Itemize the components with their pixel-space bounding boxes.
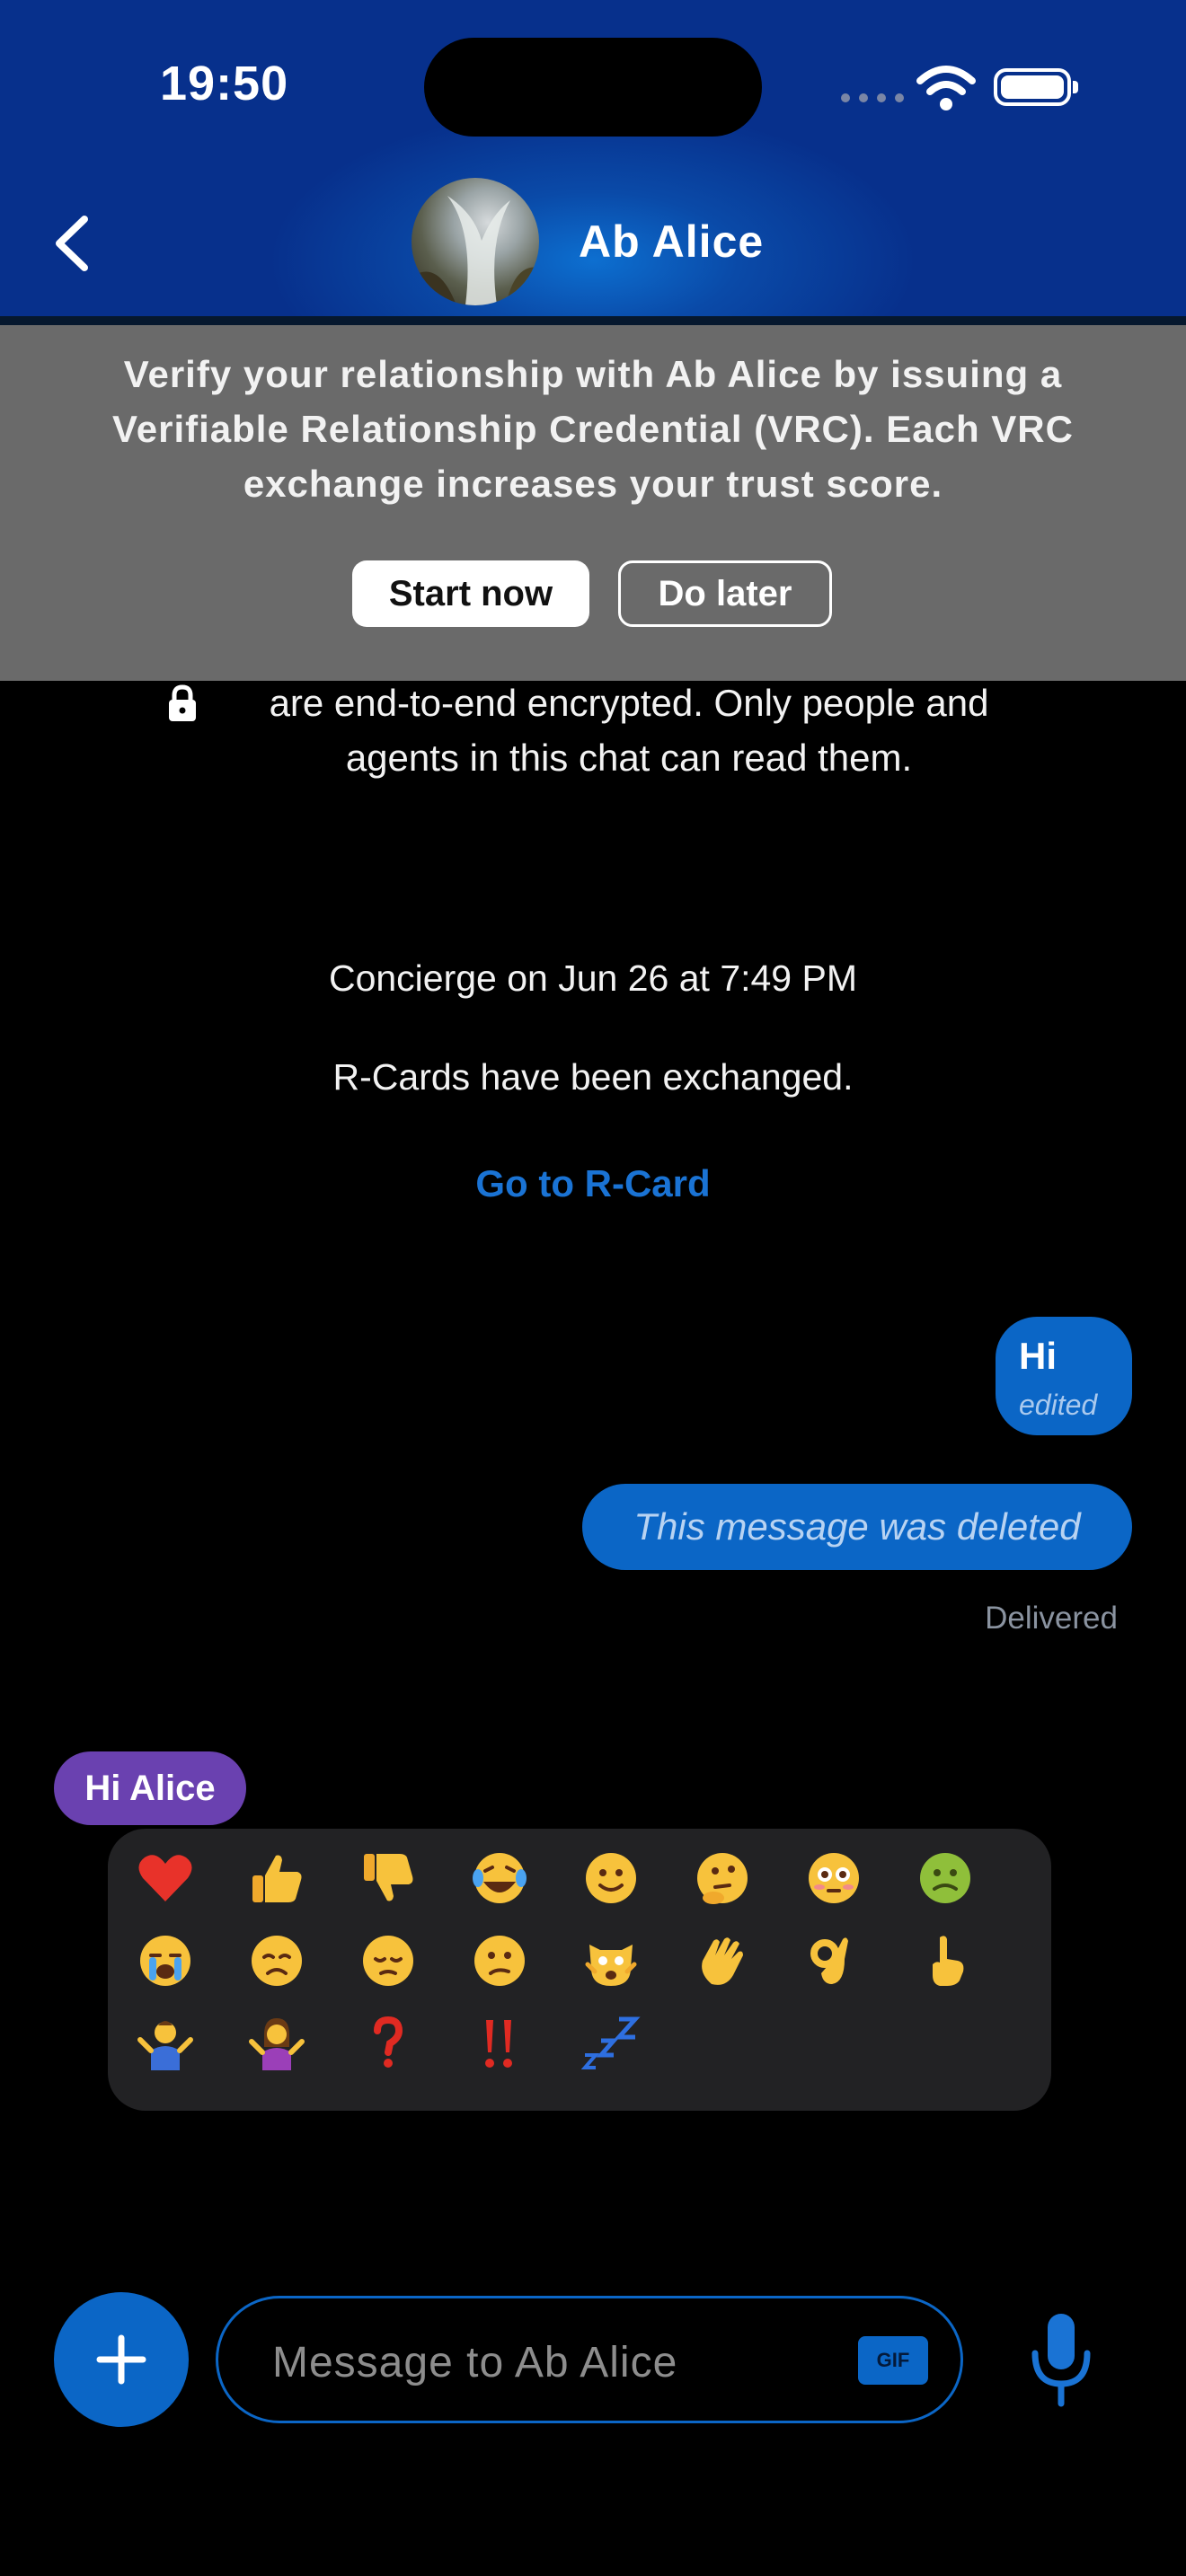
message-text: Hi xyxy=(1019,1335,1057,1377)
go-to-rcard-link[interactable]: Go to R-Card xyxy=(0,1162,1186,1205)
confused-face-icon[interactable] xyxy=(455,1920,544,2001)
message-edited-label: edited xyxy=(1019,1389,1098,1421)
avatar[interactable] xyxy=(412,178,539,305)
disappointed-face-icon[interactable] xyxy=(232,1920,322,2001)
nauseated-face-icon[interactable] xyxy=(900,1838,990,1919)
status-time: 19:50 xyxy=(160,57,289,110)
heart-icon[interactable] xyxy=(120,1838,210,1919)
back-chevron-icon[interactable] xyxy=(49,212,102,275)
gif-button[interactable]: GIF xyxy=(858,2336,928,2385)
zzz-icon[interactable] xyxy=(566,2003,656,2084)
do-later-button[interactable]: Do later xyxy=(618,560,832,627)
header-divider xyxy=(0,316,1186,325)
wifi-icon xyxy=(916,66,976,110)
encryption-notice: are end-to-end encrypted. Only people an… xyxy=(269,682,989,779)
laughing-tears-icon[interactable] xyxy=(455,1838,544,1919)
waving-hand-icon[interactable] xyxy=(677,1920,767,2001)
pointing-up-icon[interactable] xyxy=(900,1920,990,2001)
delivery-status: Delivered xyxy=(985,1601,1118,1636)
thumbs-up-icon[interactable] xyxy=(232,1838,322,1919)
contact-name[interactable]: Ab Alice xyxy=(579,216,764,268)
crying-face-icon[interactable] xyxy=(120,1920,210,2001)
message-input[interactable] xyxy=(270,2325,777,2399)
add-attachment-button[interactable] xyxy=(54,2292,189,2427)
chat-header: 19:50 Ab Alice xyxy=(0,0,1186,316)
message-bubble[interactable]: Hi edited xyxy=(996,1317,1132,1435)
thumbs-down-icon[interactable] xyxy=(343,1838,433,1919)
system-message-text: R-Cards have been exchanged. xyxy=(332,1056,854,1098)
dynamic-island xyxy=(424,38,762,137)
message-composer: GIF xyxy=(216,2296,963,2423)
lock-icon xyxy=(169,684,196,721)
slight-smile-icon[interactable] xyxy=(566,1838,656,1919)
woman-shrugging-icon[interactable] xyxy=(232,2003,322,2084)
weary-cat-icon[interactable] xyxy=(566,1920,656,2001)
microphone-icon[interactable] xyxy=(1026,2310,1096,2409)
deleted-message-bubble[interactable]: This message was deleted xyxy=(582,1484,1132,1570)
question-mark-icon[interactable] xyxy=(343,2003,433,2084)
vrc-banner-text: Verify your relationship with Ab Alice b… xyxy=(112,353,1074,505)
start-now-button[interactable]: Start now xyxy=(352,560,589,627)
reaction-target-message[interactable]: Hi Alice xyxy=(54,1751,246,1825)
pensive-face-icon[interactable] xyxy=(343,1920,433,2001)
flushed-face-icon[interactable] xyxy=(789,1838,879,1919)
ok-hand-icon[interactable] xyxy=(789,1920,879,2001)
cellular-signal-icon xyxy=(841,93,904,102)
system-message-date: Concierge on Jun 26 at 7:49 PM xyxy=(328,957,858,999)
vrc-banner: Verify your relationship with Ab Alice b… xyxy=(0,325,1186,681)
thinking-face-icon[interactable] xyxy=(677,1838,767,1919)
double-exclamation-icon[interactable] xyxy=(455,2003,544,2084)
battery-icon xyxy=(994,68,1078,106)
reaction-picker xyxy=(108,1829,1051,2111)
man-shrugging-icon[interactable] xyxy=(120,2003,210,2084)
plus-icon xyxy=(96,2334,146,2385)
